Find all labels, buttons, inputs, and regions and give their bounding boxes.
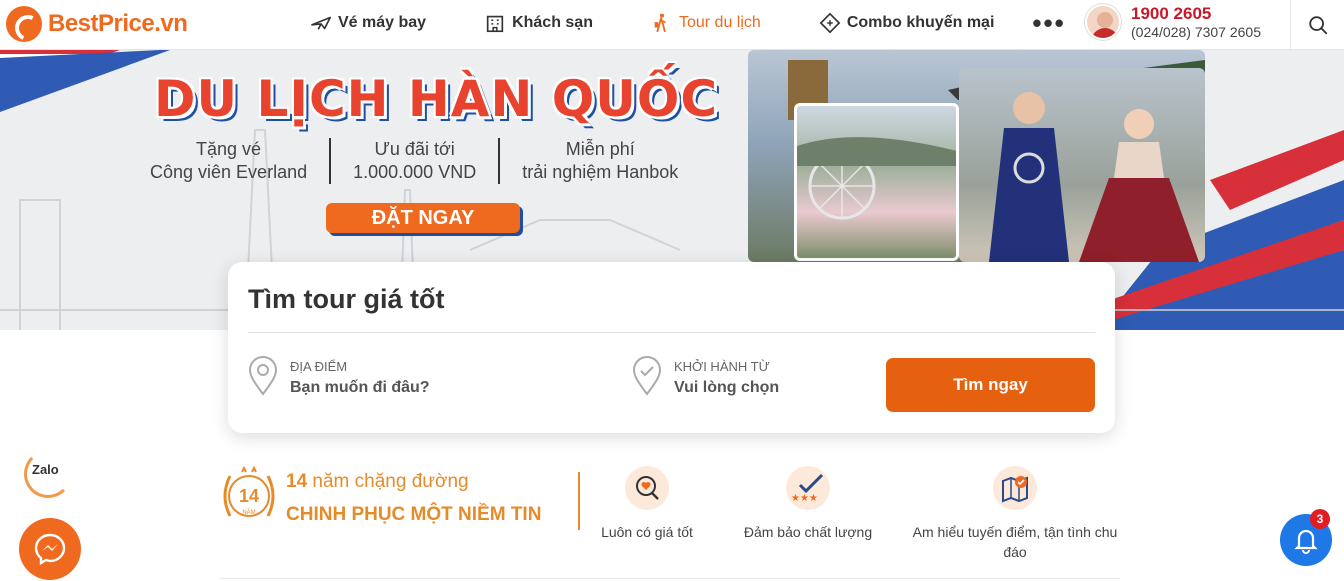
bell-icon xyxy=(1294,529,1318,554)
nav-item-flights[interactable]: Vé máy bay xyxy=(310,12,426,34)
perk-item: Ưu đãi tới 1.000.000 VND xyxy=(329,138,498,184)
book-now-button[interactable]: ĐẶT NGAY xyxy=(326,203,520,233)
destination-label: ĐỊA ĐIỂM xyxy=(290,359,348,374)
perk-line: Công viên Everland xyxy=(150,162,308,182)
top-header: BestPrice.vn Vé máy bay Khách sạn Tour d… xyxy=(0,0,1344,50)
perk-item: Miễn phí trải nghiệm Hanbok xyxy=(498,138,700,184)
years-text: 14 năm chặng đường xyxy=(286,471,469,493)
banner-title: DU LỊCH HÀN QUỐC xyxy=(154,70,719,128)
years-caption: năm chặng đường xyxy=(312,471,469,492)
brand-logo[interactable]: BestPrice.vn xyxy=(6,6,188,42)
messenger-chat-button[interactable] xyxy=(19,518,81,580)
departure-select[interactable]: Vui lòng chọn xyxy=(674,376,779,400)
main-nav: Vé máy bay Khách sạn Tour du lịch Combo … xyxy=(310,0,1066,46)
office-phone[interactable]: (024/028) 7307 2605 xyxy=(1131,24,1261,40)
search-icon xyxy=(1308,16,1327,35)
departure-label: KHỞI HÀNH TỪ xyxy=(674,359,770,374)
feature-expertise: Am hiểu tuyến điểm, tận tình chu đáo xyxy=(910,466,1120,562)
anniversary-badge-icon: 14 NĂM xyxy=(223,466,275,517)
feature-label: Am hiểu tuyến điểm, tận tình chu đáo xyxy=(912,524,1118,560)
hotline-contact[interactable]: 1900 2605 (024/028) 7307 2605 xyxy=(1085,4,1261,40)
nav-item-tours[interactable]: Tour du lịch xyxy=(651,12,761,34)
more-menu-icon[interactable]: ••• xyxy=(1032,8,1065,39)
divider xyxy=(220,578,1120,579)
divider xyxy=(248,332,1095,333)
location-pin-icon xyxy=(248,356,278,396)
plane-icon xyxy=(311,16,331,30)
svg-text:★★★: ★★★ xyxy=(791,493,818,503)
destination-field[interactable]: ĐỊA ĐIỂM Bạn muốn đi đâu? xyxy=(246,356,430,400)
perk-line: Tặng vé xyxy=(196,139,262,159)
messenger-icon xyxy=(34,533,66,566)
zalo-label[interactable]: Zalo xyxy=(32,462,59,477)
perk-line: Ưu đãi tới xyxy=(374,139,455,159)
header-search-button[interactable] xyxy=(1290,0,1344,50)
badge-unit: NĂM xyxy=(242,509,255,516)
hotel-icon xyxy=(486,15,504,33)
divider xyxy=(578,472,580,530)
banner-perks: Tặng vé Công viên Everland Ưu đãi tới 1.… xyxy=(140,138,700,184)
notification-count-badge: 3 xyxy=(1310,509,1330,529)
search-submit-button[interactable]: Tìm ngay xyxy=(886,358,1095,412)
feature-quality: ★★★ Đảm bảo chất lượng xyxy=(738,466,878,542)
ticket-icon xyxy=(819,12,841,34)
feature-best-price: Luôn có giá tốt xyxy=(592,466,702,542)
banner-photo-park xyxy=(794,103,959,261)
years-number: 14 xyxy=(286,471,308,492)
nav-label: Vé máy bay xyxy=(338,14,427,31)
support-avatar xyxy=(1085,4,1121,40)
nav-item-combo[interactable]: Combo khuyến mại xyxy=(819,12,995,34)
brand-name: BestPrice.vn xyxy=(48,10,188,37)
hotline-number[interactable]: 1900 2605 xyxy=(1131,4,1261,24)
check-pin-icon xyxy=(632,356,662,396)
perk-line: trải nghiệm Hanbok xyxy=(522,162,679,182)
map-check-icon xyxy=(993,466,1037,510)
nav-label: Tour du lịch xyxy=(678,14,761,31)
traveler-icon xyxy=(654,13,666,33)
search-title: Tìm tour giá tốt xyxy=(248,284,445,314)
perk-item: Tặng vé Công viên Everland xyxy=(140,138,329,184)
trust-section: 14 NĂM 14 năm chặng đường CHINH PHỤC MỘT… xyxy=(220,466,1120,566)
banner-photo-hanbok xyxy=(959,68,1205,262)
tour-search-card: Tìm tour giá tốt ĐỊA ĐIỂM Bạn muốn đi đâ… xyxy=(228,262,1115,433)
nav-item-hotels[interactable]: Khách sạn xyxy=(484,12,593,34)
heart-search-icon xyxy=(625,466,669,510)
feature-label: Luôn có giá tốt xyxy=(601,524,693,540)
nav-label: Combo khuyến mại xyxy=(846,14,995,31)
logo-icon xyxy=(6,6,42,42)
feature-label: Đảm bảo chất lượng xyxy=(743,524,873,540)
nav-label: Khách sạn xyxy=(512,14,593,31)
perk-line: 1.000.000 VND xyxy=(353,162,477,182)
trust-slogan: CHINH PHỤC MỘT NIỀM TIN xyxy=(286,504,542,525)
stars-check-icon: ★★★ xyxy=(786,466,830,510)
departure-field[interactable]: KHỞI HÀNH TỪ Vui lòng chọn xyxy=(630,356,779,400)
page: BestPrice.vn Vé máy bay Khách sạn Tour d… xyxy=(0,0,1344,581)
perk-line: Miễn phí xyxy=(565,139,635,159)
badge-number: 14 xyxy=(239,486,259,506)
destination-input[interactable]: Bạn muốn đi đâu? xyxy=(290,376,430,400)
